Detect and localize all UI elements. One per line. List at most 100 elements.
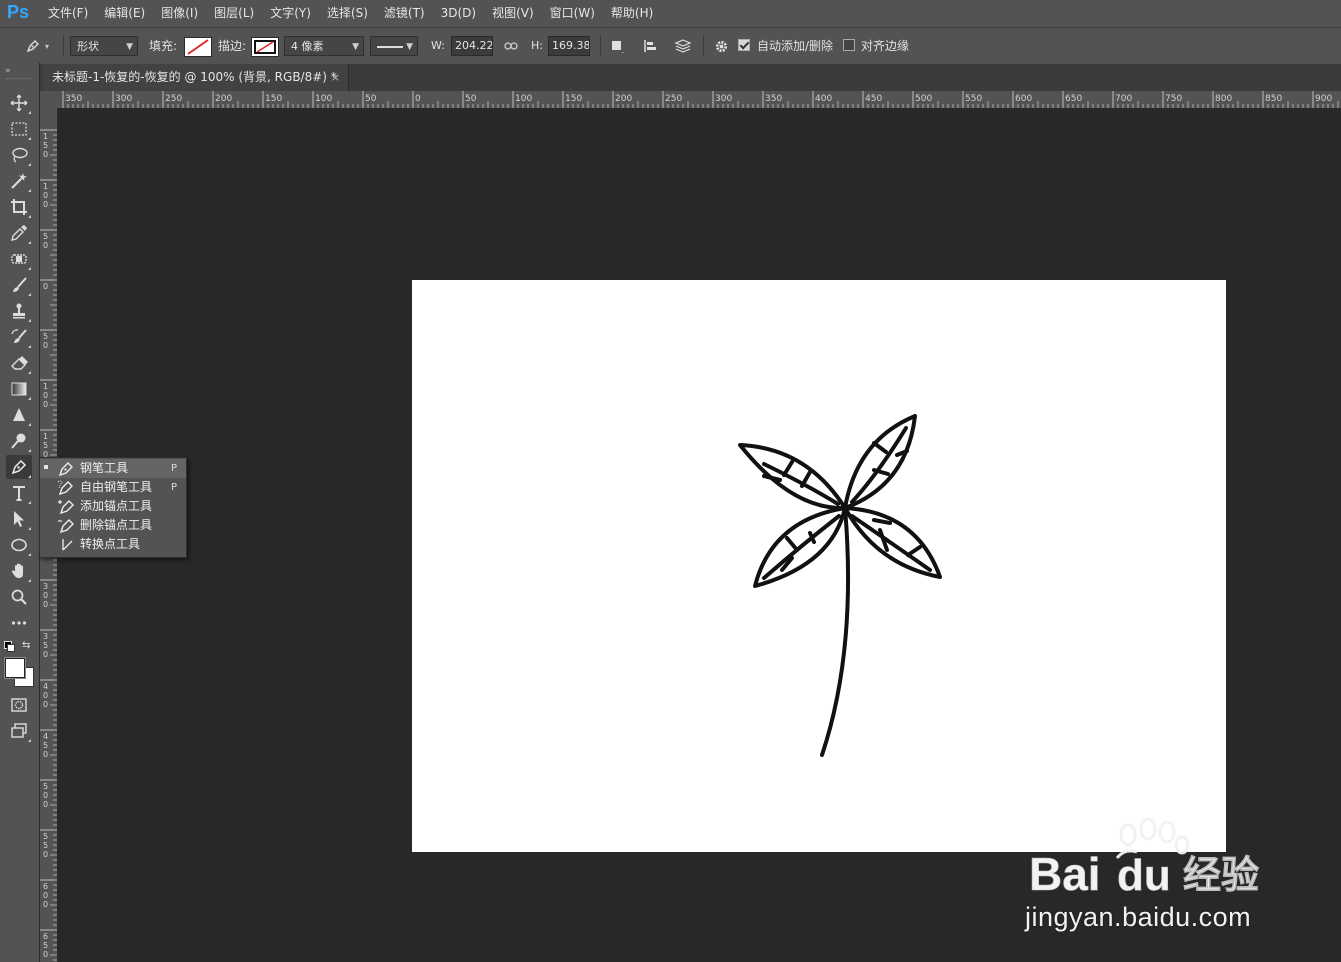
menu-filter[interactable]: 滤镜(T) (376, 0, 433, 27)
type-tool[interactable] (6, 481, 32, 505)
pen-tool[interactable] (6, 455, 32, 479)
ruler-label: 5 (43, 641, 48, 650)
crop-tool[interactable] (6, 195, 32, 219)
ruler-label: 50 (365, 94, 377, 104)
path-alignment-button[interactable] (640, 35, 660, 57)
tool-mode-value: 形状 (77, 40, 99, 53)
eyedropper-tool[interactable] (6, 221, 32, 245)
flyout-item-add-anchor-tool[interactable]: 添加锚点工具 (40, 497, 186, 516)
path-arrangement-button[interactable] (673, 35, 693, 57)
default-colors-icon[interactable] (4, 641, 15, 652)
marquee-tool[interactable] (6, 117, 32, 141)
gradient-tool[interactable] (6, 377, 32, 401)
lasso-tool[interactable] (6, 143, 32, 167)
hand-tool[interactable] (6, 559, 32, 583)
menu-file[interactable]: 文件(F) (40, 0, 96, 27)
width-label: W: (431, 39, 445, 52)
blur-tool[interactable] (6, 403, 32, 427)
baidu-paw-logo: Bai du 经验 (1029, 818, 1259, 900)
flyout-item-delete-anchor-tool[interactable]: 删除锚点工具 (40, 516, 186, 535)
menu-select[interactable]: 选择(S) (319, 0, 376, 27)
menu-view[interactable]: 视图(V) (484, 0, 542, 27)
document-canvas[interactable] (412, 280, 1226, 852)
brush-icon (13, 277, 27, 292)
align-edges-checkbox[interactable] (843, 39, 855, 51)
tool-preset-picker[interactable]: ▾ (18, 35, 56, 57)
height-label: H: (531, 39, 543, 52)
link-dimensions-button[interactable] (501, 35, 521, 57)
dodge-tool[interactable] (6, 429, 32, 453)
ruler-label: 5 (43, 941, 48, 950)
swap-colors-icon[interactable]: ⇆ (22, 640, 30, 651)
edit-toolbar-button[interactable] (6, 611, 32, 635)
stroke-swatch[interactable] (251, 37, 279, 57)
foreground-color-swatch[interactable] (5, 658, 25, 678)
ruler-label: 1 (43, 432, 48, 441)
magic-wand-icon (11, 173, 27, 189)
ruler-label: 850 (1265, 94, 1282, 104)
width-input[interactable]: 204.22 像 (451, 36, 493, 56)
ruler-label: 0 (43, 891, 48, 900)
tool-mode-select[interactable]: 形状 ▼ (70, 36, 138, 56)
panel-collapse-icon[interactable]: » (5, 66, 11, 76)
eyedropper-icon (11, 225, 27, 241)
flyout-item-pen-tool[interactable]: 钢笔工具 P (40, 459, 186, 478)
quick-mask-button[interactable] (6, 693, 32, 717)
ruler-label: 600 (1015, 94, 1032, 104)
ellipse-tool[interactable] (6, 533, 32, 557)
ruler-label: 1 (43, 382, 48, 391)
stroke-width-select[interactable]: 4 像素 ▼ (284, 36, 364, 56)
ruler-label: 5 (43, 841, 48, 850)
flyout-item-freeform-pen-tool[interactable]: 自由钢笔工具 P (40, 478, 186, 497)
add-anchor-icon (58, 500, 74, 515)
path-operations-button[interactable] (607, 35, 627, 57)
menu-window[interactable]: 窗口(W) (542, 0, 603, 27)
stroke-type-select[interactable]: ▼ (370, 36, 418, 56)
path-selection-tool[interactable] (6, 507, 32, 531)
screen-mode-button[interactable] (6, 719, 32, 743)
menu-type[interactable]: 文字(Y) (262, 0, 319, 27)
close-icon[interactable]: × (331, 64, 340, 91)
eraser-tool[interactable] (6, 351, 32, 375)
auto-add-delete-checkbox[interactable] (738, 39, 750, 51)
ruler-label: 800 (1215, 94, 1232, 104)
ruler-label: 0 (43, 950, 48, 959)
flyout-item-convert-point-tool[interactable]: 转换点工具 (40, 535, 186, 554)
ruler-label: 500 (915, 94, 932, 104)
dodge-icon (11, 433, 26, 449)
arrow-select-icon (14, 511, 24, 527)
panel-grip[interactable] (6, 78, 32, 81)
healing-brush-tool[interactable] (6, 247, 32, 271)
menu-3d[interactable]: 3D(D) (433, 0, 484, 27)
flyout-item-shortcut: P (170, 463, 177, 474)
ruler-origin[interactable] (40, 91, 58, 109)
hand-icon (11, 563, 23, 578)
menu-layer[interactable]: 图层(L) (206, 0, 262, 27)
magic-wand-tool[interactable] (6, 169, 32, 193)
link-icon (504, 42, 518, 50)
chevron-down-icon: ▼ (126, 42, 133, 52)
menu-image[interactable]: 图像(I) (153, 0, 206, 27)
move-icon (10, 94, 28, 112)
document-tab[interactable]: 未标题-1-恢复的-恢复的 @ 100% (背景, RGB/8#) * × (42, 64, 349, 91)
menu-help[interactable]: 帮助(H) (603, 0, 661, 27)
move-tool[interactable] (6, 91, 32, 115)
ruler-label: 0 (43, 591, 48, 600)
brush-tool[interactable] (6, 273, 32, 297)
menu-edit[interactable]: 编辑(E) (96, 0, 153, 27)
photoshop-logo: Ps (7, 2, 30, 22)
fill-swatch[interactable] (184, 37, 212, 57)
path-options-button[interactable] (711, 35, 731, 57)
ruler-label: 750 (1165, 94, 1182, 104)
freeform-pen-icon (57, 480, 73, 496)
history-brush-tool[interactable] (6, 325, 32, 349)
ruler-label: 0 (43, 691, 48, 700)
menu-bar: Ps 文件(F) 编辑(E) 图像(I) 图层(L) 文字(Y) 选择(S) 滤… (0, 0, 1341, 27)
horizontal-ruler[interactable]: 350 300 250 200 150 100 50 0 50 100 150 200 250 300 35… (58, 91, 1341, 109)
zoom-tool[interactable] (6, 585, 32, 609)
height-input[interactable]: 169.38 像 (548, 36, 590, 56)
ruler-label: 150 (265, 94, 282, 104)
svg-text:du: du (1117, 851, 1171, 900)
clone-stamp-tool[interactable] (6, 299, 32, 323)
stroke-width-value: 4 像素 (291, 40, 324, 53)
